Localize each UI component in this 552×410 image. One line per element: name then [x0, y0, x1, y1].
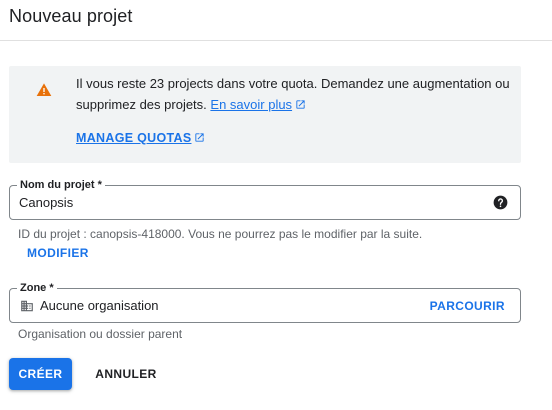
modify-id-button[interactable]: MODIFIER — [27, 246, 89, 260]
zone-label: Zone * — [17, 281, 57, 295]
warning-icon — [36, 83, 52, 96]
new-project-dialog: Nouveau projet Il vous reste 23 projects… — [0, 0, 552, 410]
learn-more-link[interactable]: En savoir plus — [210, 97, 306, 112]
project-name-label: Nom du projet * — [17, 178, 105, 192]
external-link-icon — [296, 100, 305, 109]
manage-quotas-link[interactable]: MANAGE QUOTAS — [76, 131, 205, 145]
zone-hint: Organisation ou dossier parent — [18, 327, 183, 341]
project-id-hint: ID du projet : canopsis-418000. Vous ne … — [18, 227, 423, 241]
quota-banner: Il vous reste 23 projects dans votre quo… — [9, 66, 521, 163]
learn-more-label: En savoir plus — [210, 97, 293, 112]
manage-quotas-label: MANAGE QUOTAS — [76, 131, 192, 145]
external-link-icon — [195, 133, 205, 142]
help-circle-icon[interactable] — [493, 195, 508, 210]
cancel-button[interactable]: ANNULER — [86, 358, 166, 390]
page-title: Nouveau projet — [9, 6, 133, 26]
quota-message: Il vous reste 23 projects dans votre quo… — [76, 73, 516, 115]
organization-icon — [21, 300, 33, 312]
project-name-field[interactable]: Nom du projet * Canopsis — [9, 178, 521, 220]
project-name-input[interactable]: Canopsis — [19, 195, 73, 210]
browse-button[interactable]: PARCOURIR — [430, 299, 505, 313]
create-button[interactable]: CRÉER — [9, 358, 72, 390]
header-divider — [0, 40, 552, 41]
zone-value: Aucune organisation — [40, 298, 159, 313]
zone-field[interactable]: Zone * Aucune organisation PARCOURIR — [9, 281, 521, 323]
